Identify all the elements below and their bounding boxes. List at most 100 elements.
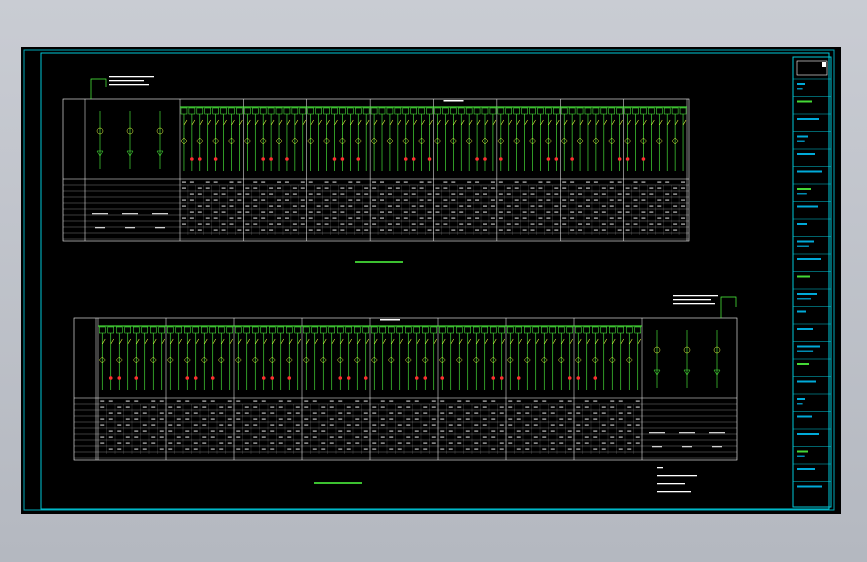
feeder-breaker-box (228, 107, 235, 115)
incoming-text (679, 432, 695, 434)
breaker-indicator (346, 376, 351, 380)
table-cell-text (482, 424, 487, 426)
table-cell-text (550, 412, 555, 414)
table-cell-text (576, 430, 581, 432)
table-cell-text (491, 430, 496, 432)
table-cell-text (176, 418, 181, 420)
feeder-breaker-box (218, 326, 225, 334)
table-cell-text (559, 400, 564, 402)
feeder-switch (212, 338, 217, 345)
table-cell-text (562, 181, 567, 183)
table-cell-text (372, 199, 377, 201)
table-cell-text (372, 430, 377, 432)
table-cell-text (542, 436, 547, 438)
feeder-breaker-box (624, 107, 631, 115)
table-cell-text (380, 229, 385, 231)
table-cell-text (340, 223, 345, 225)
table-cell-text (673, 187, 678, 189)
table-cell-text (346, 448, 351, 450)
feeder-breaker-box (331, 107, 338, 115)
table-cell-text (295, 430, 300, 432)
feeder-switch (579, 119, 584, 126)
table-cell-text (176, 442, 181, 444)
table-cell-text (295, 448, 300, 450)
table-cell-text (236, 436, 241, 438)
table-cell-text (578, 223, 583, 225)
table-cell-text (435, 205, 440, 207)
feeder-breaker-box (337, 326, 344, 334)
table-cell-text (304, 418, 309, 420)
table-cell-text (363, 412, 368, 414)
table-cell-text (316, 187, 321, 189)
table-cell-text (451, 211, 456, 213)
table-cell-text (435, 223, 440, 225)
table-cell-text (427, 217, 432, 219)
table-cell-text (578, 205, 583, 207)
supply-label (673, 295, 718, 297)
table-cell-text (287, 448, 292, 450)
feeder-switch (586, 338, 591, 345)
table-cell-text (567, 448, 572, 450)
feeder-breaker-box (617, 326, 624, 334)
feeder-breaker-box (600, 326, 607, 334)
table-cell-text (562, 205, 567, 207)
table-cell-text (559, 442, 564, 444)
table-cell-text (389, 400, 394, 402)
feeder-breaker-box (260, 326, 267, 334)
table-cell-text (554, 211, 559, 213)
drawing-frame-inner (40, 52, 830, 510)
table-cell-text (287, 436, 292, 438)
table-cell-text (570, 229, 575, 231)
table-cell-text (559, 436, 564, 438)
table-cell-text (516, 400, 521, 402)
table-cell-text (649, 187, 654, 189)
table-cell-text (625, 205, 630, 207)
table-cell-text (618, 430, 623, 432)
feeder-breaker-box (490, 326, 497, 334)
table-cell-text (475, 181, 480, 183)
table-cell-text (427, 181, 432, 183)
table-cell-text (125, 436, 130, 438)
feeder-switch (611, 119, 615, 126)
feeder-switch (460, 119, 465, 126)
table-cell-text (538, 217, 543, 219)
feeder-breaker-box (158, 326, 165, 334)
table-cell-text (364, 187, 369, 189)
table-cell-text (601, 424, 606, 426)
cad-viewport[interactable] (21, 47, 841, 514)
feeder-switch (524, 119, 528, 126)
table-cell-text (213, 211, 218, 213)
feeder-breaker-box (354, 326, 361, 334)
table-cell-text (125, 424, 130, 426)
feeder-breaker-box (632, 107, 639, 115)
feeder-switch (603, 119, 608, 126)
feeder-breaker-box (634, 326, 641, 334)
table-cell-text (355, 400, 360, 402)
table-cell-text (277, 205, 282, 207)
title-block-text-mark (797, 83, 805, 85)
feeder-switch (334, 119, 338, 126)
table-cell-text (213, 229, 218, 231)
table-cell-text (657, 181, 662, 183)
table-cell-text (185, 436, 190, 438)
feeder-breaker-box (396, 326, 403, 334)
table-cell-text (482, 400, 487, 402)
table-cell-text (221, 211, 226, 213)
feeder-breaker-box (515, 326, 522, 334)
table-cell-text (356, 199, 361, 201)
feeder-breaker-box (575, 326, 582, 334)
table-cell-text (516, 418, 521, 420)
table-cell-text (205, 187, 210, 189)
feeder-switch (526, 338, 531, 345)
table-cell-text (554, 229, 559, 231)
feeder-switch (110, 338, 115, 345)
table-cell-text (641, 217, 646, 219)
table-cell-text (554, 223, 559, 225)
breaker-indicator (567, 376, 572, 380)
breaker-indicator (491, 376, 496, 380)
table-cell-text (499, 424, 504, 426)
table-cell-text (355, 424, 360, 426)
feeder-breaker-box (150, 326, 157, 334)
table-cell-text (229, 223, 234, 225)
table-cell-text (427, 229, 432, 231)
